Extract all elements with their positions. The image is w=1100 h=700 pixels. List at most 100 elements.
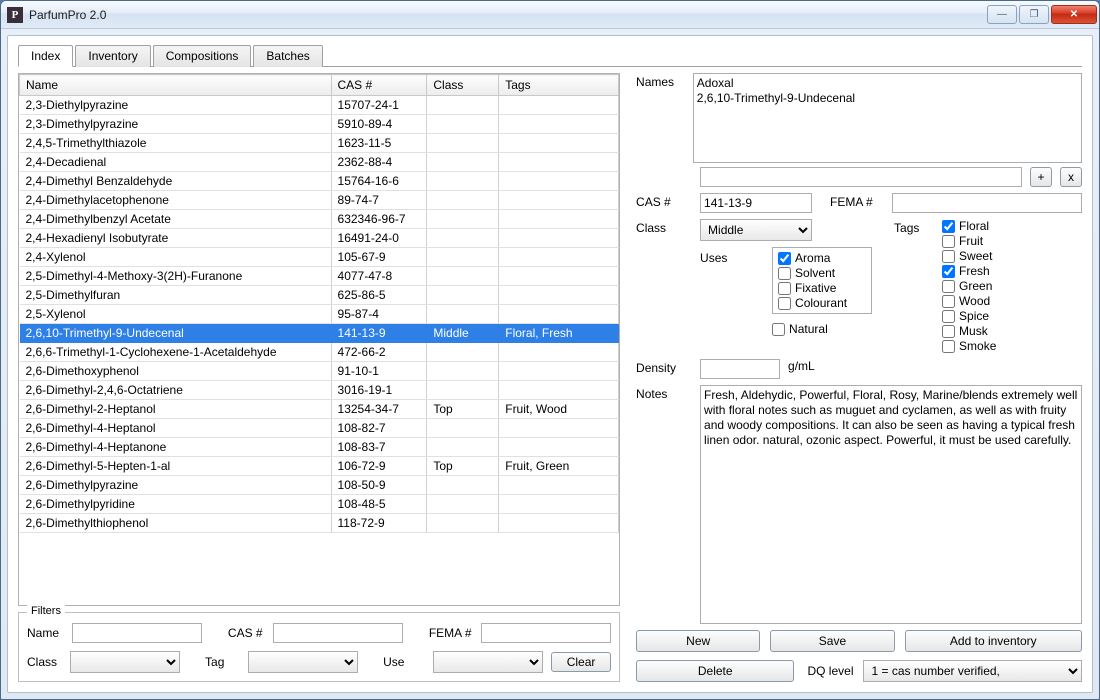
table-row[interactable]: 2,4-Dimethylacetophenone89-74-7 xyxy=(20,191,619,210)
natural-checkbox[interactable] xyxy=(772,323,785,336)
new-button[interactable]: New xyxy=(636,630,760,652)
add-alias-button[interactable]: + xyxy=(1030,167,1052,187)
filter-fema-input[interactable] xyxy=(481,623,611,643)
tab-batches[interactable]: Batches xyxy=(253,45,322,67)
tag-option[interactable]: Sweet xyxy=(942,249,1082,263)
table-row[interactable]: 2,4-Decadienal2362-88-4 xyxy=(20,153,619,172)
column-header[interactable]: Name xyxy=(20,75,332,96)
tag-option[interactable]: Musk xyxy=(942,324,1082,338)
table-row[interactable]: 2,4-Xylenol105-67-9 xyxy=(20,248,619,267)
tag-label: Smoke xyxy=(959,339,996,353)
cell xyxy=(427,343,499,362)
use-option[interactable]: Solvent xyxy=(778,266,866,280)
tag-checkbox[interactable] xyxy=(942,265,955,278)
tag-label: Green xyxy=(959,279,992,293)
table-row[interactable]: 2,4,5-Trimethylthiazole1623-11-5 xyxy=(20,134,619,153)
table-row[interactable]: 2,6-Dimethylpyrazine108-50-9 xyxy=(20,476,619,495)
tags-checklist: FloralFruitSweetFreshGreenWoodSpiceMuskS… xyxy=(942,219,1082,353)
alias-input[interactable] xyxy=(700,167,1022,187)
cell: Floral, Fresh xyxy=(499,324,619,343)
tag-option[interactable]: Spice xyxy=(942,309,1082,323)
cell: 2,6-Dimethyl-2,4,6-Octatriene xyxy=(20,381,332,400)
tag-option[interactable]: Fruit xyxy=(942,234,1082,248)
cell: 625-86-5 xyxy=(331,286,427,305)
table-row[interactable]: 2,5-Xylenol95-87-4 xyxy=(20,305,619,324)
table-row[interactable]: 2,6-Dimethyl-4-Heptanone108-83-7 xyxy=(20,438,619,457)
table-row[interactable]: 2,6-Dimethyl-2,4,6-Octatriene3016-19-1 xyxy=(20,381,619,400)
cell xyxy=(499,419,619,438)
table-row[interactable]: 2,6,10-Trimethyl-9-Undecenal141-13-9Midd… xyxy=(20,324,619,343)
table-row[interactable]: 2,4-Hexadienyl Isobutyrate16491-24-0 xyxy=(20,229,619,248)
use-checkbox[interactable] xyxy=(778,267,791,280)
table-row[interactable]: 2,3-Dimethylpyrazine5910-89-4 xyxy=(20,115,619,134)
tag-checkbox[interactable] xyxy=(942,310,955,323)
table-row[interactable]: 2,6-Dimethoxyphenol91-10-1 xyxy=(20,362,619,381)
table-row[interactable]: 2,5-Dimethylfuran625-86-5 xyxy=(20,286,619,305)
save-button[interactable]: Save xyxy=(770,630,894,652)
filter-cas-input[interactable] xyxy=(273,623,403,643)
tag-checkbox[interactable] xyxy=(942,250,955,263)
table-row[interactable]: 2,6-Dimethyl-4-Heptanol108-82-7 xyxy=(20,419,619,438)
titlebar[interactable]: P ParfumPro 2.0 — ❐ ✕ xyxy=(1,1,1099,29)
minimize-button[interactable]: — xyxy=(987,5,1017,24)
tab-inventory[interactable]: Inventory xyxy=(75,45,150,67)
use-checkbox[interactable] xyxy=(778,282,791,295)
tag-checkbox[interactable] xyxy=(942,235,955,248)
filter-use-select[interactable] xyxy=(433,651,543,673)
table-row[interactable]: 2,4-Dimethylbenzyl Acetate632346-96-7 xyxy=(20,210,619,229)
class-select[interactable]: Middle xyxy=(700,219,812,241)
use-option[interactable]: Colourant xyxy=(778,296,866,310)
tag-checkbox[interactable] xyxy=(942,295,955,308)
density-input[interactable] xyxy=(700,359,780,379)
cell xyxy=(499,153,619,172)
filter-class-select[interactable] xyxy=(70,651,180,673)
tab-index[interactable]: Index xyxy=(18,45,73,67)
use-option[interactable]: Aroma xyxy=(778,251,866,265)
table-row[interactable]: 2,5-Dimethyl-4-Methoxy-3(2H)-Furanone407… xyxy=(20,267,619,286)
maximize-button[interactable]: ❐ xyxy=(1019,5,1049,24)
clear-filters-button[interactable]: Clear xyxy=(551,652,611,672)
tag-checkbox[interactable] xyxy=(942,220,955,233)
remove-alias-button[interactable]: x xyxy=(1060,167,1082,187)
tag-option[interactable]: Wood xyxy=(942,294,1082,308)
names-textarea[interactable]: Adoxal 2,6,10-Trimethyl-9-Undecenal xyxy=(693,73,1082,163)
tag-option[interactable]: Smoke xyxy=(942,339,1082,353)
table-row[interactable]: 2,6-Dimethylthiophenol118-72-9 xyxy=(20,514,619,533)
cell: 89-74-7 xyxy=(331,191,427,210)
add-to-inventory-button[interactable]: Add to inventory xyxy=(905,630,1082,652)
tag-option[interactable]: Floral xyxy=(942,219,1082,233)
filter-tag-select[interactable] xyxy=(248,651,358,673)
tag-label: Spice xyxy=(959,309,989,323)
use-option[interactable]: Fixative xyxy=(778,281,866,295)
use-checkbox[interactable] xyxy=(778,252,791,265)
app-icon: P xyxy=(7,7,23,23)
delete-button[interactable]: Delete xyxy=(636,660,794,682)
column-header[interactable]: Class xyxy=(427,75,499,96)
cell: 2,5-Xylenol xyxy=(20,305,332,324)
tag-checkbox[interactable] xyxy=(942,325,955,338)
column-header[interactable]: Tags xyxy=(499,75,619,96)
filter-name-input[interactable] xyxy=(72,623,202,643)
table-row[interactable]: 2,3-Diethylpyrazine15707-24-1 xyxy=(20,96,619,115)
cas-input[interactable] xyxy=(700,193,812,213)
table-row[interactable]: 2,6,6-Trimethyl-1-Cyclohexene-1-Acetalde… xyxy=(20,343,619,362)
ingredient-table-scroll[interactable]: NameCAS #ClassTags 2,3-Diethylpyrazine15… xyxy=(19,74,619,605)
table-row[interactable]: 2,6-Dimethyl-2-Heptanol13254-34-7TopFrui… xyxy=(20,400,619,419)
tab-compositions[interactable]: Compositions xyxy=(153,45,252,67)
use-checkbox[interactable] xyxy=(778,297,791,310)
cell: 2,4-Xylenol xyxy=(20,248,332,267)
ingredient-table[interactable]: NameCAS #ClassTags 2,3-Diethylpyrazine15… xyxy=(19,74,619,533)
table-row[interactable]: 2,6-Dimethylpyridine108-48-5 xyxy=(20,495,619,514)
tag-option[interactable]: Fresh xyxy=(942,264,1082,278)
tag-checkbox[interactable] xyxy=(942,280,955,293)
column-header[interactable]: CAS # xyxy=(331,75,427,96)
tags-label: Tags xyxy=(894,219,934,235)
fema-input[interactable] xyxy=(892,193,1082,213)
table-row[interactable]: 2,4-Dimethyl Benzaldehyde15764-16-6 xyxy=(20,172,619,191)
tag-option[interactable]: Green xyxy=(942,279,1082,293)
close-button[interactable]: ✕ xyxy=(1051,5,1097,24)
tag-checkbox[interactable] xyxy=(942,340,955,353)
dq-level-select[interactable]: 1 = cas number verified, xyxy=(863,660,1082,682)
table-row[interactable]: 2,6-Dimethyl-5-Hepten-1-al106-72-9TopFru… xyxy=(20,457,619,476)
notes-textarea[interactable]: Fresh, Aldehydic, Powerful, Floral, Rosy… xyxy=(700,385,1082,624)
